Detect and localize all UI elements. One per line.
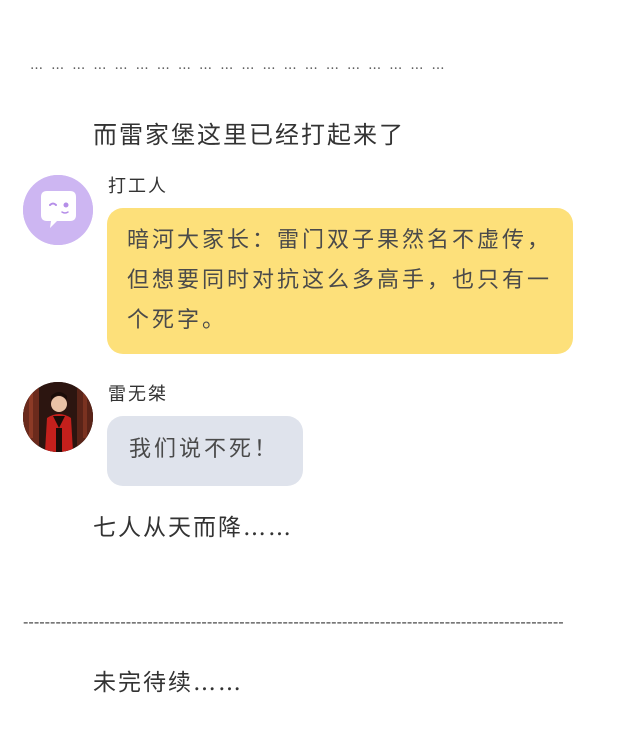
message-bubble-lei-wujie: 我们说不死！ bbox=[107, 416, 303, 486]
message-bubble-worker: 暗河大家长：雷门双子果然名不虚传，但想要同时对抗这么多高手，也只有一个死字。 bbox=[107, 208, 573, 354]
narration-line-3: 未完待续…… bbox=[93, 670, 243, 696]
narration-line-1: 而雷家堡这里已经打起来了 bbox=[93, 121, 405, 149]
chat-bubble-face-icon bbox=[23, 175, 93, 245]
speaker-name-worker: 打工人 bbox=[108, 176, 168, 197]
ellipsis-separator: … … … … … … … … … … … … … … … … … … … … bbox=[30, 58, 447, 73]
character-photo-avatar bbox=[23, 382, 93, 452]
avatar-lei-wujie[interactable] bbox=[23, 382, 93, 452]
dashed-divider: ----------------------------------------… bbox=[23, 612, 564, 631]
speaker-name-lei-wujie: 雷无桀 bbox=[108, 384, 168, 405]
avatar-worker[interactable] bbox=[23, 175, 93, 245]
narration-line-2: 七人从天而降…… bbox=[93, 515, 293, 541]
